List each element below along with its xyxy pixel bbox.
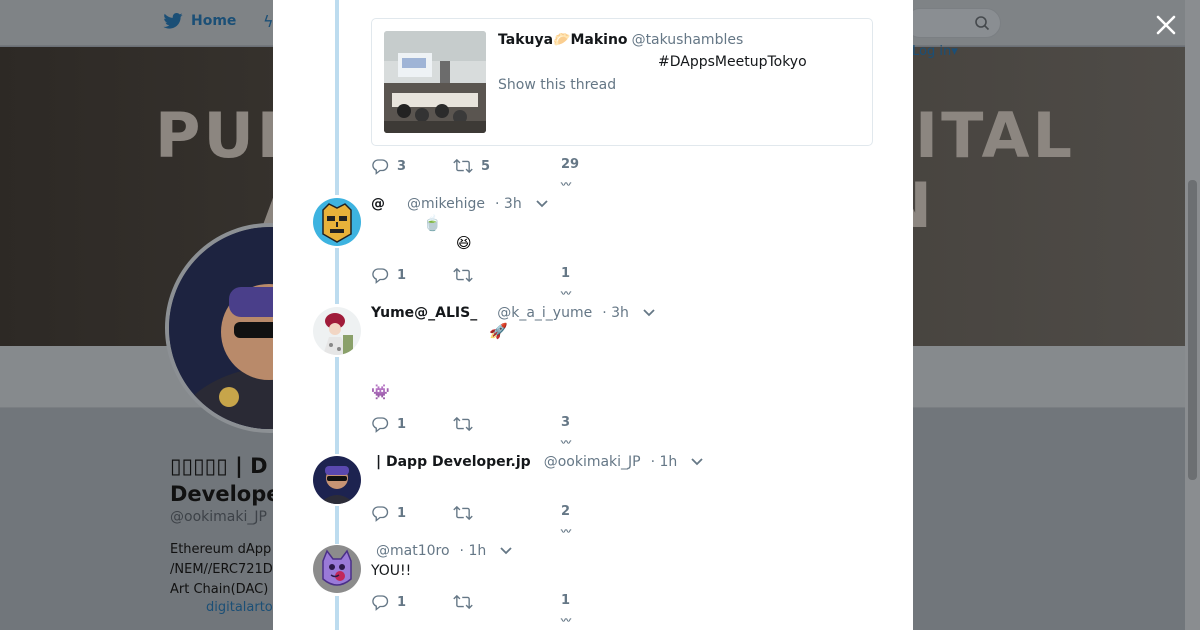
like-heart-icon[interactable]: 〰 xyxy=(561,285,571,300)
reply-count: 1 xyxy=(397,416,407,432)
thread-connector xyxy=(335,357,339,454)
login-link[interactable]: Log in▾ xyxy=(912,44,958,59)
retweet-icon xyxy=(453,505,473,521)
reply-button[interactable]: 1 xyxy=(371,593,406,611)
nav-home-link[interactable]: Home xyxy=(163,13,236,29)
profile-handle[interactable]: @ookimaki_JP xyxy=(170,509,267,525)
moments-icon[interactable]: ϟ xyxy=(263,12,274,31)
thread-connector xyxy=(335,596,339,630)
tweet-timestamp[interactable]: · 1h xyxy=(460,543,487,559)
tweet-timestamp[interactable]: · 3h xyxy=(495,196,522,212)
tweet-author-name[interactable]: | Dapp Developer.jp xyxy=(376,454,531,470)
tweet-author-name[interactable]: Yume@_ALIS_ xyxy=(371,305,477,321)
bio-line: Art Chain(DAC) xyxy=(170,582,269,597)
like-count[interactable]: 3 xyxy=(561,415,570,430)
reply-count: 1 xyxy=(397,594,407,610)
retweet-button[interactable] xyxy=(453,504,481,522)
tweet-author-handle[interactable]: @mat10ro xyxy=(376,543,450,559)
search-box[interactable] xyxy=(905,8,1001,38)
tweet-thread-modal: Takuya🥟Makino @takushambles #DAppsMeetupT… xyxy=(273,0,913,630)
tweet-timestamp[interactable]: · 1h xyxy=(651,454,678,470)
tweet-emoji: 🚀 xyxy=(489,322,508,340)
reply-icon xyxy=(372,417,389,433)
reply-icon xyxy=(372,159,389,175)
chevron-down-icon[interactable] xyxy=(691,458,703,466)
tweet-header: Yume@_ALIS_ @k_a_i_yume · 3h xyxy=(371,305,655,321)
retweet-count: 5 xyxy=(481,158,491,174)
twitter-bird-icon xyxy=(163,13,183,29)
profile-name-line: ▯▯▯▯▯ | D xyxy=(170,454,268,478)
reply-count: 1 xyxy=(397,267,407,283)
retweet-icon xyxy=(453,416,473,432)
bio-line: Ethereum dApp xyxy=(170,542,272,557)
tweet-emoji: 👾 xyxy=(371,383,390,401)
tweet-author-name[interactable]: @ xyxy=(371,196,385,212)
page-scrollbar[interactable] xyxy=(1185,0,1200,630)
reply-count: 1 xyxy=(397,505,407,521)
profile-website-link[interactable]: digitalarto xyxy=(206,600,273,615)
search-icon xyxy=(975,16,990,31)
like-heart-icon[interactable]: 〰 xyxy=(561,612,571,627)
avatar[interactable] xyxy=(313,307,361,355)
like-heart-icon[interactable]: 〰 xyxy=(561,523,571,538)
tweet-emoji: 😆 xyxy=(456,234,472,252)
tweet-timestamp[interactable]: · 3h xyxy=(602,305,629,321)
avatar[interactable] xyxy=(313,456,361,504)
tweet-header: @mat10ro · 1h xyxy=(371,543,512,559)
tweet-author-handle[interactable]: @mikehige xyxy=(407,196,485,212)
tweet-author-handle[interactable]: @ookimaki_JP xyxy=(544,454,641,470)
like-heart-icon[interactable]: 〰 xyxy=(561,176,571,191)
retweet-button[interactable] xyxy=(453,415,481,433)
quoted-author-handle: @takushambles xyxy=(631,32,744,48)
tweet-author-handle[interactable]: @k_a_i_yume xyxy=(497,305,592,321)
chevron-down-icon[interactable] xyxy=(500,547,512,555)
reply-button[interactable]: 1 xyxy=(371,504,406,522)
retweet-icon xyxy=(453,594,473,610)
chevron-down-icon[interactable] xyxy=(643,309,655,317)
quoted-tweet-image[interactable] xyxy=(384,31,486,133)
bio-line: /NEM//ERC721D xyxy=(170,562,273,577)
quoted-tweet-text: #DAppsMeetupTokyo xyxy=(658,54,807,70)
banner-text: ITAL xyxy=(915,99,1076,172)
tweet-header: | Dapp Developer.jp @ookimaki_JP · 1h xyxy=(371,454,703,470)
avatar[interactable] xyxy=(313,198,361,246)
reply-button[interactable]: 1 xyxy=(371,266,406,284)
reply-icon xyxy=(372,506,389,522)
thread-connector xyxy=(335,248,339,304)
profile-name-line: Develope xyxy=(170,482,281,506)
profile-bio: Ethereum dApp /NEM//ERC721D Art Chain(DA… xyxy=(170,540,273,600)
scrollbar-thumb[interactable] xyxy=(1188,180,1197,480)
retweet-icon xyxy=(453,267,473,283)
thread-connector xyxy=(335,506,339,544)
thread-connector xyxy=(335,0,339,195)
tweet-text: YOU!! xyxy=(371,563,412,579)
like-count[interactable]: 1 xyxy=(561,266,570,281)
retweet-button[interactable] xyxy=(453,266,481,284)
reply-button[interactable]: 1 xyxy=(371,415,406,433)
like-count[interactable]: 29 xyxy=(561,157,579,172)
reply-button[interactable]: 3 xyxy=(371,157,406,175)
tweet-emoji: 🍵 xyxy=(423,214,442,232)
login-label: Log in xyxy=(912,44,952,59)
chevron-down-icon: ▾ xyxy=(951,44,958,59)
reply-icon xyxy=(372,595,389,611)
like-heart-icon[interactable]: 〰 xyxy=(561,434,571,449)
close-icon[interactable] xyxy=(1152,11,1180,39)
retweet-icon xyxy=(453,158,473,174)
profile-name: ▯▯▯▯▯ | D Develope xyxy=(170,452,281,508)
tweet-header: @ @mikehige · 3h xyxy=(371,196,548,212)
avatar[interactable] xyxy=(313,545,361,593)
reply-icon xyxy=(372,268,389,284)
chevron-down-icon[interactable] xyxy=(536,200,548,208)
reply-count: 3 xyxy=(397,158,407,174)
retweet-button[interactable] xyxy=(453,593,481,611)
nav-home-label: Home xyxy=(191,13,237,29)
like-count[interactable]: 1 xyxy=(561,593,570,608)
quoted-tweet-author[interactable]: Takuya🥟Makino @takushambles xyxy=(498,32,743,48)
retweet-button[interactable]: 5 xyxy=(453,157,490,175)
quoted-author-name: Takuya🥟Makino xyxy=(498,32,628,48)
show-thread-link[interactable]: Show this thread xyxy=(498,77,616,93)
quoted-tweet-card[interactable]: Takuya🥟Makino @takushambles #DAppsMeetupT… xyxy=(371,18,873,146)
like-count[interactable]: 2 xyxy=(561,504,570,519)
